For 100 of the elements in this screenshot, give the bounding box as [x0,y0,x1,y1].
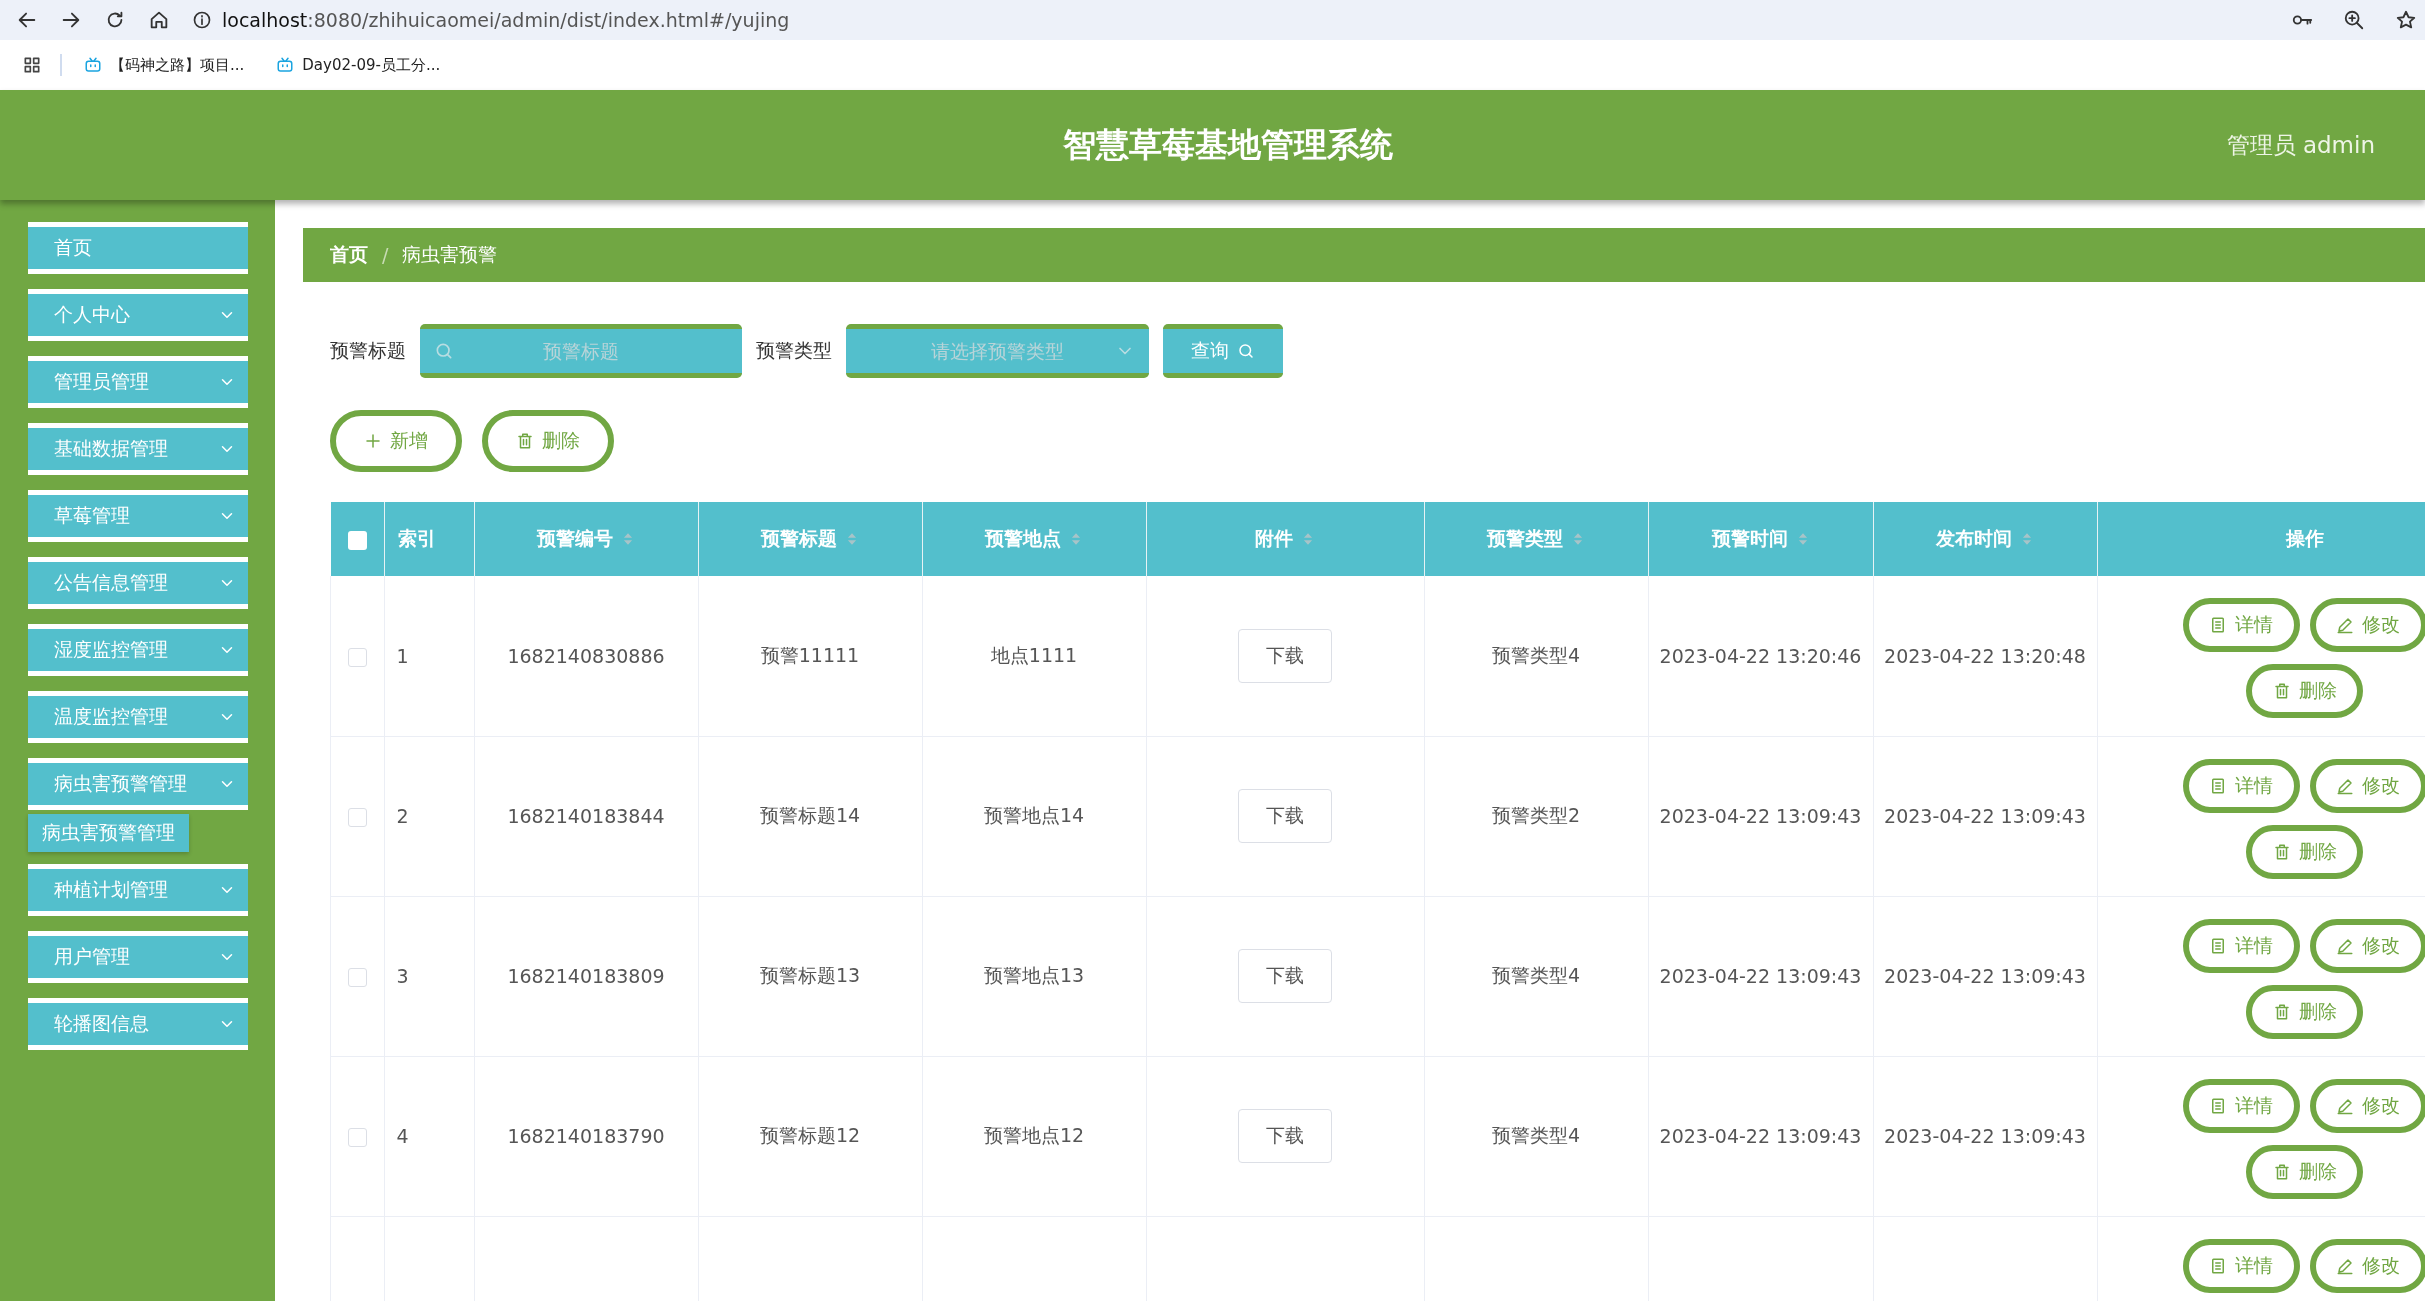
column-header[interactable]: 发布时间 [1936,526,2034,552]
table-cell: 预警类型4 [1491,964,1581,986]
table-cell: 2023-04-22 13:20:48 [1884,644,2086,667]
document-icon [2209,616,2227,634]
document-icon [2209,936,2227,955]
menu-item[interactable]: 基础数据管理 [28,423,248,475]
menu-item[interactable]: 病虫害预警管理 [28,758,248,810]
pencil-icon [2336,1256,2354,1275]
bookmark[interactable]: 【码神之路】项目... [84,55,245,75]
details-button[interactable]: 详情 [2182,1078,2300,1133]
menu-item[interactable]: 温度监控管理 [28,691,248,743]
tv-icon [276,56,295,74]
checkbox[interactable] [347,647,367,667]
table-cell: 预警11111 [760,643,860,666]
checkbox[interactable] [347,531,367,550]
column-header[interactable]: 预警时间 [1711,526,1810,552]
menu-item[interactable]: 管理员管理 [28,356,248,408]
column-header[interactable]: 操作 [2285,526,2324,552]
apps-icon[interactable] [22,55,42,75]
field-label: 预警标题 [330,338,406,363]
pencil-icon [2336,936,2354,955]
menu-item[interactable]: 个人中心 [28,289,248,341]
details-button[interactable]: 详情 [2182,1238,2300,1293]
query-button[interactable]: 查询 [1163,324,1283,378]
download-button[interactable]: 下载 [1238,1109,1332,1163]
table-cell: 2023-04-22 13:09:43 [1884,1125,2086,1147]
table-cell: 4 [396,1125,409,1147]
column-header[interactable]: 预警地点 [985,526,1083,552]
document-icon [2209,1256,2227,1275]
zoom-icon[interactable] [2343,9,2365,31]
menu-item[interactable]: 轮播图信息 [28,998,248,1050]
info-icon[interactable] [192,10,212,30]
bookmark[interactable]: Day02-09-员工分... [276,55,441,75]
table-cell: 地点1111 [990,643,1078,666]
home-icon[interactable] [148,9,170,31]
download-button[interactable]: 下载 [1238,628,1332,683]
table-cell: 预警标题14 [759,804,861,826]
table-cell: 2023-04-22 13:09:43 [1659,805,1862,827]
trash-icon [516,432,534,450]
table-cell: 1682140183790 [507,1125,665,1147]
delete-button[interactable]: 删除 [2246,824,2363,879]
details-button[interactable]: 详情 [2182,598,2300,652]
column-header[interactable]: 预警编号 [537,526,635,552]
table-cell: 2023-04-22 13:09:43 [1884,805,2086,827]
table-cell: 2 [396,805,409,827]
table-cell: 预警地点13 [983,964,1085,986]
delete-button[interactable]: 删除 [2246,664,2363,718]
menu-item[interactable]: 湿度监控管理 [28,624,248,676]
table-cell: 预警类型2 [1491,804,1581,826]
delete-button[interactable]: 删除 [482,410,614,472]
breadcrumb-separator: / [382,244,389,266]
menu-item[interactable]: 用户管理 [28,931,248,983]
trash-icon [2272,682,2291,700]
star-icon[interactable] [2395,9,2417,31]
edit-button[interactable]: 修改 [2309,1078,2425,1133]
details-button[interactable]: 详情 [2182,918,2300,973]
table-cell: 预警地点12 [983,1124,1085,1146]
checkbox[interactable] [347,1128,367,1147]
menu-item[interactable]: 公告信息管理 [28,557,248,609]
column-header[interactable]: 索引 [397,526,436,552]
edit-button[interactable]: 修改 [2309,758,2425,813]
edit-button[interactable]: 修改 [2309,1238,2425,1293]
edit-button[interactable]: 修改 [2309,598,2425,652]
breadcrumb-item[interactable]: 首页 [330,242,368,268]
column-header[interactable]: 预警类型 [1487,526,1585,552]
pencil-icon [2336,776,2354,795]
checkbox[interactable] [347,808,367,827]
url-text: localhost:8080/zhihuicaomei/admin/dist/index.html#/yujing [222,9,790,31]
app-title: 智慧草莓基地管理系统 [1062,123,1393,166]
submenu-item[interactable]: 病虫害预警管理 [28,814,189,852]
details-button[interactable]: 详情 [2182,758,2300,813]
field-label: 预警类型 [756,338,832,363]
download-button[interactable]: 下载 [1238,949,1332,1003]
breadcrumb-item: 病虫害预警 [402,242,498,267]
table-cell: 3 [396,965,409,987]
table-cell: 2023-04-22 13:09:43 [1659,1125,1862,1147]
select-field[interactable]: 请选择预警类型 [846,324,1149,378]
search-field[interactable]: 预警标题 [420,324,742,378]
trash-icon [2272,842,2291,861]
table-cell: 预警类型4 [1491,643,1581,666]
table-cell: 2023-04-22 13:09:43 [1884,965,2086,987]
user-name: 管理员 admin [2226,130,2375,160]
menu-item[interactable]: 种植计划管理 [28,864,248,916]
checkbox[interactable] [347,968,367,987]
menu-item[interactable]: 草莓管理 [28,490,248,542]
download-button[interactable]: 下载 [1238,789,1332,843]
search-icon [1237,342,1255,360]
table-cell: 1682140830886 [507,644,665,667]
edit-button[interactable]: 修改 [2309,918,2425,973]
table-cell: 1682140183809 [507,965,665,987]
menu-item[interactable]: 首页 [28,222,248,274]
document-icon [2209,776,2227,795]
column-header[interactable]: 预警标题 [761,526,859,552]
delete-button[interactable]: 删除 [2246,1144,2363,1199]
delete-button[interactable]: 删除 [2246,984,2363,1039]
add-button[interactable]: 新增 [330,410,462,472]
pencil-icon [2336,616,2354,634]
column-header[interactable]: 附件 [1255,526,1315,552]
tv-icon [84,56,102,74]
table-cell: 1682140183844 [507,805,665,827]
